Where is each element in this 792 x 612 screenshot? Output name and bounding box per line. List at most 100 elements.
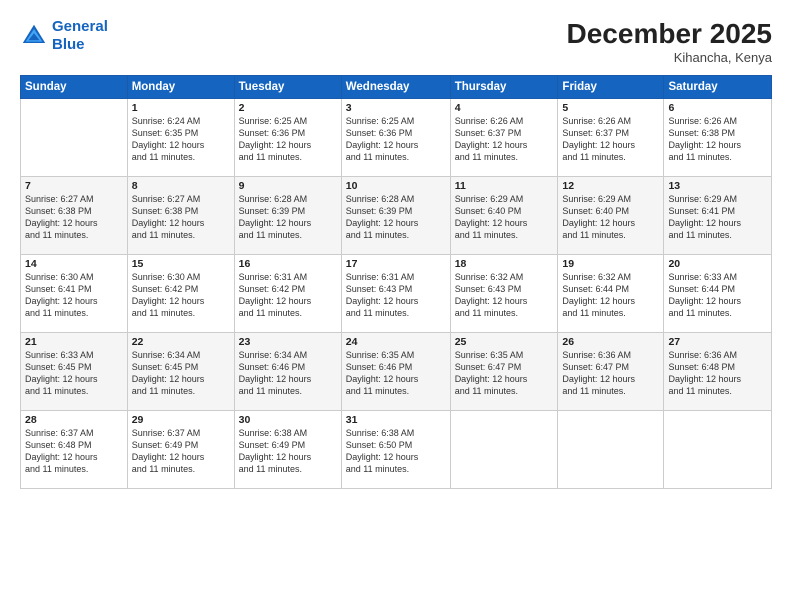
calendar-week-row: 14Sunrise: 6:30 AM Sunset: 6:41 PM Dayli… bbox=[21, 255, 772, 333]
calendar-header-row: SundayMondayTuesdayWednesdayThursdayFrid… bbox=[21, 76, 772, 99]
day-number: 1 bbox=[132, 102, 230, 114]
day-number: 23 bbox=[239, 336, 337, 348]
day-number: 30 bbox=[239, 414, 337, 426]
calendar-cell: 3Sunrise: 6:25 AM Sunset: 6:36 PM Daylig… bbox=[341, 99, 450, 177]
day-number: 29 bbox=[132, 414, 230, 426]
day-number: 10 bbox=[346, 180, 446, 192]
calendar-week-row: 21Sunrise: 6:33 AM Sunset: 6:45 PM Dayli… bbox=[21, 333, 772, 411]
day-info: Sunrise: 6:36 AM Sunset: 6:47 PM Dayligh… bbox=[562, 349, 659, 398]
day-number: 19 bbox=[562, 258, 659, 270]
calendar-cell: 23Sunrise: 6:34 AM Sunset: 6:46 PM Dayli… bbox=[234, 333, 341, 411]
header: General Blue December 2025 Kihancha, Ken… bbox=[20, 18, 772, 65]
day-info: Sunrise: 6:28 AM Sunset: 6:39 PM Dayligh… bbox=[239, 193, 337, 242]
day-info: Sunrise: 6:25 AM Sunset: 6:36 PM Dayligh… bbox=[239, 115, 337, 164]
calendar-cell: 18Sunrise: 6:32 AM Sunset: 6:43 PM Dayli… bbox=[450, 255, 558, 333]
day-number: 25 bbox=[455, 336, 554, 348]
day-info: Sunrise: 6:30 AM Sunset: 6:41 PM Dayligh… bbox=[25, 271, 123, 320]
day-number: 27 bbox=[668, 336, 767, 348]
calendar-cell: 11Sunrise: 6:29 AM Sunset: 6:40 PM Dayli… bbox=[450, 177, 558, 255]
day-info: Sunrise: 6:31 AM Sunset: 6:42 PM Dayligh… bbox=[239, 271, 337, 320]
logo: General Blue bbox=[20, 18, 108, 54]
day-info: Sunrise: 6:36 AM Sunset: 6:48 PM Dayligh… bbox=[668, 349, 767, 398]
day-number: 14 bbox=[25, 258, 123, 270]
day-number: 4 bbox=[455, 102, 554, 114]
calendar-cell: 15Sunrise: 6:30 AM Sunset: 6:42 PM Dayli… bbox=[127, 255, 234, 333]
day-info: Sunrise: 6:33 AM Sunset: 6:44 PM Dayligh… bbox=[668, 271, 767, 320]
day-info: Sunrise: 6:29 AM Sunset: 6:40 PM Dayligh… bbox=[562, 193, 659, 242]
calendar-cell: 25Sunrise: 6:35 AM Sunset: 6:47 PM Dayli… bbox=[450, 333, 558, 411]
calendar-cell: 17Sunrise: 6:31 AM Sunset: 6:43 PM Dayli… bbox=[341, 255, 450, 333]
day-info: Sunrise: 6:25 AM Sunset: 6:36 PM Dayligh… bbox=[346, 115, 446, 164]
calendar-cell bbox=[21, 99, 128, 177]
calendar-week-row: 28Sunrise: 6:37 AM Sunset: 6:48 PM Dayli… bbox=[21, 411, 772, 489]
day-of-week-header: Thursday bbox=[450, 76, 558, 99]
day-info: Sunrise: 6:26 AM Sunset: 6:37 PM Dayligh… bbox=[562, 115, 659, 164]
day-info: Sunrise: 6:27 AM Sunset: 6:38 PM Dayligh… bbox=[25, 193, 123, 242]
day-info: Sunrise: 6:35 AM Sunset: 6:47 PM Dayligh… bbox=[455, 349, 554, 398]
day-number: 24 bbox=[346, 336, 446, 348]
day-number: 16 bbox=[239, 258, 337, 270]
day-info: Sunrise: 6:38 AM Sunset: 6:50 PM Dayligh… bbox=[346, 427, 446, 476]
day-number: 5 bbox=[562, 102, 659, 114]
day-info: Sunrise: 6:28 AM Sunset: 6:39 PM Dayligh… bbox=[346, 193, 446, 242]
day-number: 22 bbox=[132, 336, 230, 348]
calendar-week-row: 1Sunrise: 6:24 AM Sunset: 6:35 PM Daylig… bbox=[21, 99, 772, 177]
day-info: Sunrise: 6:32 AM Sunset: 6:43 PM Dayligh… bbox=[455, 271, 554, 320]
calendar-cell: 22Sunrise: 6:34 AM Sunset: 6:45 PM Dayli… bbox=[127, 333, 234, 411]
calendar-cell: 24Sunrise: 6:35 AM Sunset: 6:46 PM Dayli… bbox=[341, 333, 450, 411]
day-number: 9 bbox=[239, 180, 337, 192]
calendar-cell: 12Sunrise: 6:29 AM Sunset: 6:40 PM Dayli… bbox=[558, 177, 664, 255]
calendar-cell: 5Sunrise: 6:26 AM Sunset: 6:37 PM Daylig… bbox=[558, 99, 664, 177]
calendar-cell: 2Sunrise: 6:25 AM Sunset: 6:36 PM Daylig… bbox=[234, 99, 341, 177]
day-of-week-header: Sunday bbox=[21, 76, 128, 99]
day-number: 8 bbox=[132, 180, 230, 192]
calendar-cell: 16Sunrise: 6:31 AM Sunset: 6:42 PM Dayli… bbox=[234, 255, 341, 333]
day-number: 12 bbox=[562, 180, 659, 192]
day-number: 21 bbox=[25, 336, 123, 348]
calendar-cell: 13Sunrise: 6:29 AM Sunset: 6:41 PM Dayli… bbox=[664, 177, 772, 255]
day-number: 18 bbox=[455, 258, 554, 270]
day-info: Sunrise: 6:37 AM Sunset: 6:49 PM Dayligh… bbox=[132, 427, 230, 476]
day-of-week-header: Monday bbox=[127, 76, 234, 99]
calendar-cell: 28Sunrise: 6:37 AM Sunset: 6:48 PM Dayli… bbox=[21, 411, 128, 489]
logo-text: General Blue bbox=[52, 18, 108, 54]
day-info: Sunrise: 6:37 AM Sunset: 6:48 PM Dayligh… bbox=[25, 427, 123, 476]
calendar-cell: 30Sunrise: 6:38 AM Sunset: 6:49 PM Dayli… bbox=[234, 411, 341, 489]
logo-icon bbox=[20, 22, 48, 50]
day-of-week-header: Saturday bbox=[664, 76, 772, 99]
day-number: 20 bbox=[668, 258, 767, 270]
day-of-week-header: Tuesday bbox=[234, 76, 341, 99]
day-number: 17 bbox=[346, 258, 446, 270]
day-number: 31 bbox=[346, 414, 446, 426]
day-number: 3 bbox=[346, 102, 446, 114]
calendar-cell: 21Sunrise: 6:33 AM Sunset: 6:45 PM Dayli… bbox=[21, 333, 128, 411]
day-number: 2 bbox=[239, 102, 337, 114]
title-block: December 2025 Kihancha, Kenya bbox=[567, 18, 772, 65]
page: General Blue December 2025 Kihancha, Ken… bbox=[0, 0, 792, 612]
calendar-cell bbox=[450, 411, 558, 489]
day-info: Sunrise: 6:31 AM Sunset: 6:43 PM Dayligh… bbox=[346, 271, 446, 320]
calendar: SundayMondayTuesdayWednesdayThursdayFrid… bbox=[20, 75, 772, 489]
day-number: 28 bbox=[25, 414, 123, 426]
calendar-cell: 19Sunrise: 6:32 AM Sunset: 6:44 PM Dayli… bbox=[558, 255, 664, 333]
calendar-week-row: 7Sunrise: 6:27 AM Sunset: 6:38 PM Daylig… bbox=[21, 177, 772, 255]
day-number: 7 bbox=[25, 180, 123, 192]
day-number: 26 bbox=[562, 336, 659, 348]
day-info: Sunrise: 6:33 AM Sunset: 6:45 PM Dayligh… bbox=[25, 349, 123, 398]
calendar-cell: 9Sunrise: 6:28 AM Sunset: 6:39 PM Daylig… bbox=[234, 177, 341, 255]
calendar-cell: 20Sunrise: 6:33 AM Sunset: 6:44 PM Dayli… bbox=[664, 255, 772, 333]
day-info: Sunrise: 6:32 AM Sunset: 6:44 PM Dayligh… bbox=[562, 271, 659, 320]
calendar-cell: 6Sunrise: 6:26 AM Sunset: 6:38 PM Daylig… bbox=[664, 99, 772, 177]
calendar-cell: 27Sunrise: 6:36 AM Sunset: 6:48 PM Dayli… bbox=[664, 333, 772, 411]
day-number: 6 bbox=[668, 102, 767, 114]
day-info: Sunrise: 6:30 AM Sunset: 6:42 PM Dayligh… bbox=[132, 271, 230, 320]
day-info: Sunrise: 6:34 AM Sunset: 6:46 PM Dayligh… bbox=[239, 349, 337, 398]
calendar-cell: 1Sunrise: 6:24 AM Sunset: 6:35 PM Daylig… bbox=[127, 99, 234, 177]
calendar-cell: 14Sunrise: 6:30 AM Sunset: 6:41 PM Dayli… bbox=[21, 255, 128, 333]
day-info: Sunrise: 6:26 AM Sunset: 6:37 PM Dayligh… bbox=[455, 115, 554, 164]
day-of-week-header: Friday bbox=[558, 76, 664, 99]
calendar-cell: 10Sunrise: 6:28 AM Sunset: 6:39 PM Dayli… bbox=[341, 177, 450, 255]
day-info: Sunrise: 6:38 AM Sunset: 6:49 PM Dayligh… bbox=[239, 427, 337, 476]
calendar-cell bbox=[664, 411, 772, 489]
day-number: 15 bbox=[132, 258, 230, 270]
